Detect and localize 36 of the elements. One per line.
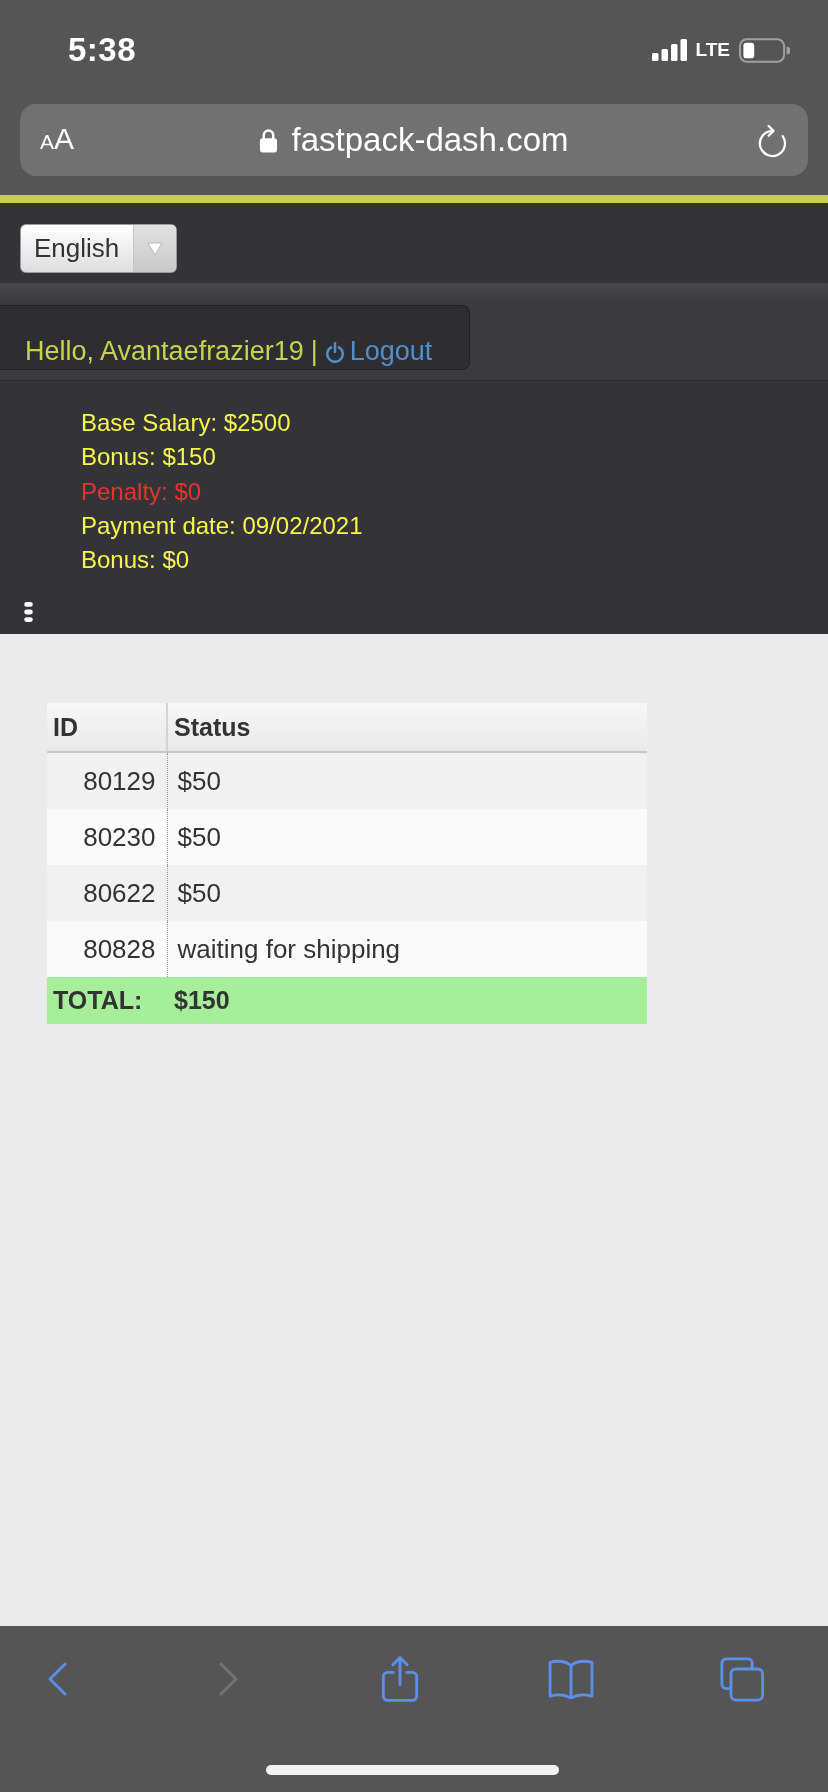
- language-select[interactable]: English: [20, 224, 178, 273]
- summary-text: Base Salary: $2500: [81, 408, 291, 438]
- chevron-left-icon[interactable]: [47, 1662, 68, 1696]
- status-time: 5:38: [68, 31, 137, 69]
- table-cell: 80230: [47, 809, 167, 866]
- table-cell: $50: [167, 865, 647, 922]
- greeting-text: Hello, Avantaefrazier19: [25, 336, 304, 367]
- menu-icon[interactable]: [24, 602, 33, 623]
- table-cell: waiting for shipping: [167, 921, 647, 978]
- table-cell: 80622: [47, 865, 167, 922]
- total-value: $150: [167, 977, 647, 1025]
- reload-icon[interactable]: [758, 122, 787, 158]
- summary-text: Penalty: $0: [81, 476, 202, 507]
- address-bar[interactable]: AA fastpack-dash.com: [20, 104, 808, 176]
- table-cell: 80129: [47, 752, 167, 810]
- separator: |: [310, 336, 318, 367]
- caret-icon: [133, 225, 177, 272]
- logout-link[interactable]: Logout: [324, 336, 433, 367]
- url-text: fastpack-dash.com: [291, 121, 569, 159]
- table-cell: $50: [167, 752, 647, 810]
- table-cell: $50: [167, 809, 647, 866]
- summary-text: Payment date: 09/02/2021: [81, 510, 363, 541]
- power-icon: [324, 340, 345, 363]
- summary-text: Bonus: $150: [81, 442, 216, 473]
- total-label: TOTAL:: [47, 977, 167, 1025]
- open-book-icon[interactable]: [547, 1659, 596, 1699]
- overlapping-squares-icon[interactable]: [719, 1656, 766, 1702]
- text-size-button[interactable]: AA: [40, 120, 75, 160]
- share-icon[interactable]: [380, 1655, 419, 1703]
- battery-icon: [739, 37, 790, 63]
- column-header: Status: [167, 703, 647, 753]
- table-cell: 80828: [47, 921, 167, 978]
- summary-text: Bonus: $0: [81, 545, 190, 576]
- signal-icon: [651, 39, 688, 61]
- network-label: LTE: [695, 39, 730, 61]
- column-header: ID: [47, 703, 167, 753]
